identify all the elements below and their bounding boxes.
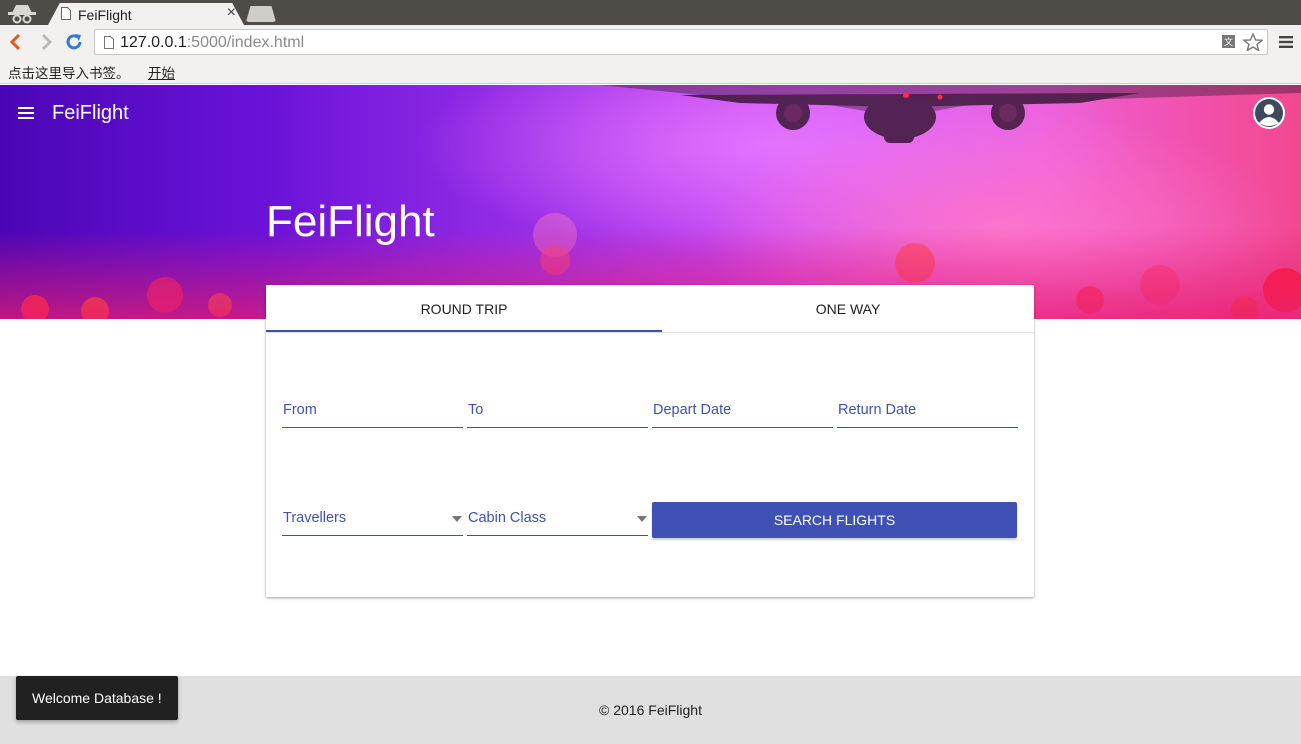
- hero-header: FeiFlight FeiFlight: [0, 85, 1301, 319]
- browser-menu-icon[interactable]: [1279, 35, 1293, 49]
- travellers-select[interactable]: Travellers: [282, 506, 463, 536]
- return-date-field[interactable]: Return Date: [837, 398, 1018, 428]
- url-path: :5000/index.html: [186, 34, 305, 51]
- copyright-text: © 2016 FeiFlight: [599, 702, 702, 718]
- caret-down-icon: [637, 516, 647, 522]
- incognito-icon: [8, 5, 36, 24]
- from-field[interactable]: From: [282, 398, 463, 428]
- to-field[interactable]: To: [467, 398, 648, 428]
- return-date-input[interactable]: [837, 398, 1018, 427]
- from-input[interactable]: [282, 398, 463, 427]
- page-icon: [104, 36, 114, 49]
- welcome-snackbar: Welcome Database !: [16, 676, 178, 720]
- flight-search-card: ROUND TRIP ONE WAY From To Depart Date R…: [266, 285, 1034, 597]
- travellers-label: Travellers: [283, 510, 347, 526]
- to-input[interactable]: [467, 398, 648, 427]
- caret-down-icon: [452, 516, 462, 522]
- bookmarks-bar: 点击这里导入书签。 开始: [0, 59, 1301, 84]
- tab-round-trip[interactable]: ROUND TRIP: [266, 285, 662, 333]
- url-text: 127.0.0.1:5000/index.html: [120, 34, 304, 52]
- browser-tab[interactable]: FeiFlight ×: [48, 3, 244, 25]
- bookmarks-import-link[interactable]: 开始: [148, 62, 175, 82]
- svg-text:文: 文: [1224, 36, 1233, 48]
- depart-date-input[interactable]: [652, 398, 833, 427]
- active-tab-indicator: [266, 330, 662, 332]
- url-host: 127.0.0.1: [120, 34, 187, 51]
- close-icon[interactable]: ×: [227, 4, 236, 22]
- page-footer: © 2016 FeiFlight: [0, 676, 1301, 744]
- search-flights-button[interactable]: SEARCH FLIGHTS: [652, 502, 1017, 538]
- page-icon: [61, 7, 71, 20]
- browser-tabstrip: FeiFlight ×: [0, 0, 1301, 25]
- trip-type-tabs: ROUND TRIP ONE WAY: [266, 285, 1034, 333]
- page-title: FeiFlight: [266, 197, 435, 246]
- back-icon[interactable]: [6, 32, 26, 52]
- reload-icon[interactable]: [64, 32, 84, 52]
- address-bar[interactable]: 127.0.0.1:5000/index.html 文: [94, 29, 1268, 55]
- depart-date-field[interactable]: Depart Date: [652, 398, 833, 428]
- user-avatar-icon[interactable]: [1253, 97, 1285, 129]
- cabin-class-select[interactable]: Cabin Class: [467, 506, 648, 536]
- tab-title: FeiFlight: [78, 7, 132, 23]
- bookmarks-prompt: 点击这里导入书签。: [8, 66, 130, 82]
- menu-icon[interactable]: [18, 107, 34, 119]
- tab-one-way[interactable]: ONE WAY: [662, 285, 1034, 333]
- translate-and-star-icons[interactable]: 文: [1221, 33, 1263, 51]
- app-brand[interactable]: FeiFlight: [52, 102, 129, 125]
- cabin-class-label: Cabin Class: [468, 510, 547, 526]
- new-tab-button[interactable]: [246, 6, 276, 22]
- browser-toolbar: 127.0.0.1:5000/index.html 文: [0, 25, 1301, 59]
- forward-icon[interactable]: [36, 32, 56, 52]
